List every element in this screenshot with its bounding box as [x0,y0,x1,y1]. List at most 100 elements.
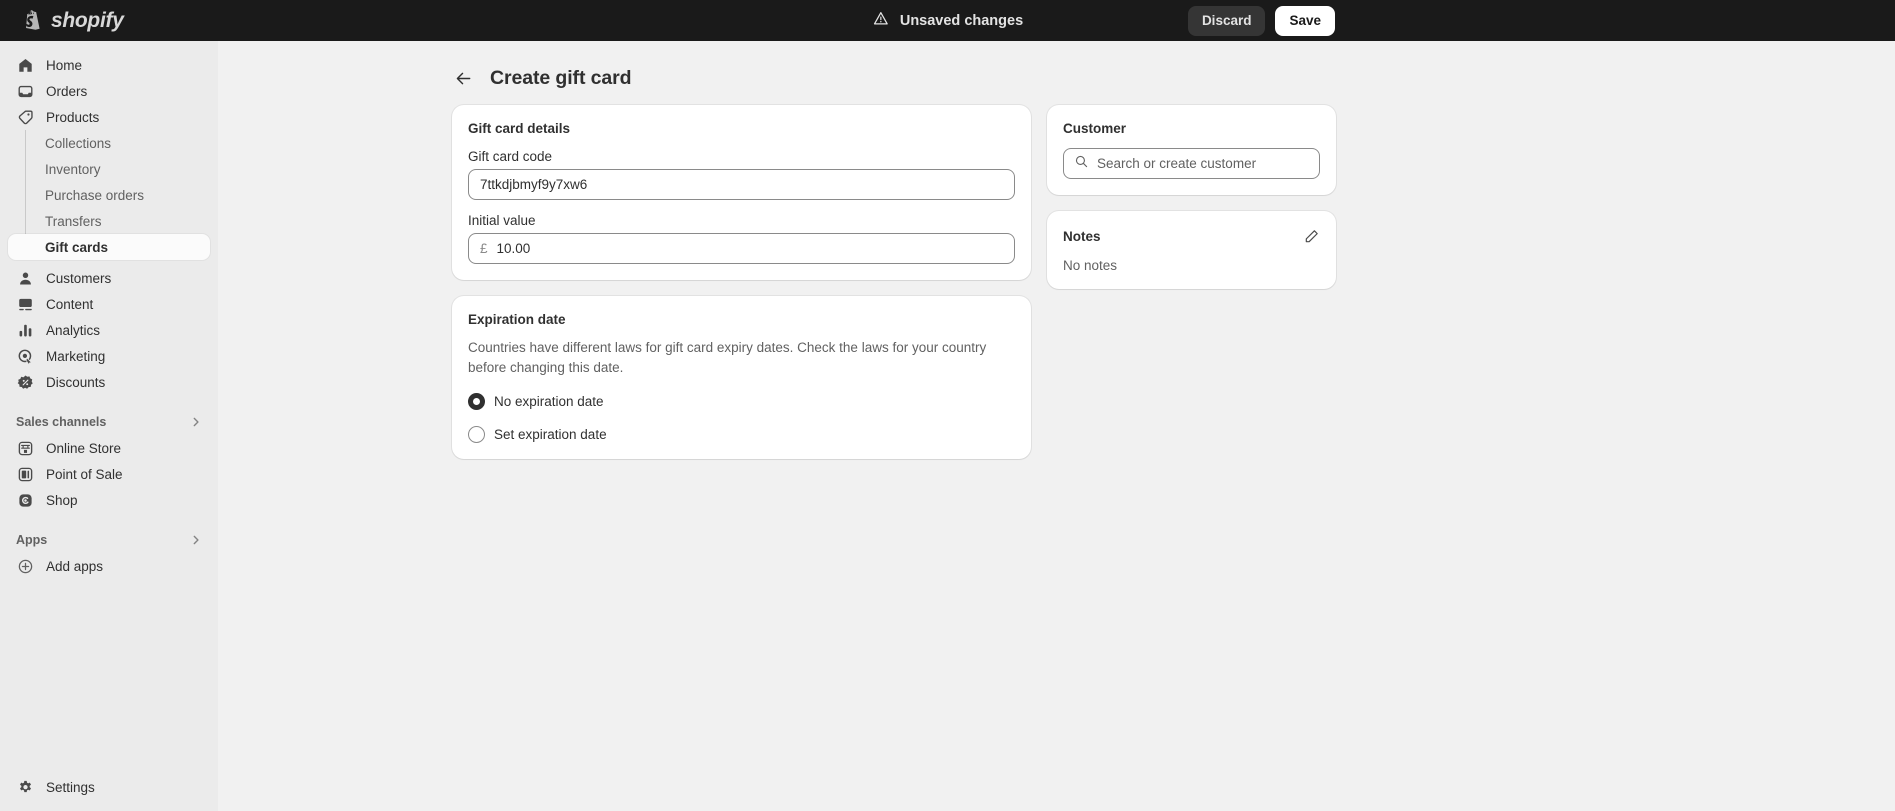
sidebar-item-label: Home [46,57,83,73]
sidebar-item-label: Add apps [46,558,104,574]
sidebar-item-settings[interactable]: Settings [8,774,210,800]
sidebar-item-label: Online Store [46,440,122,456]
online-store-icon [16,439,35,458]
gift-card-code-field: Gift card code 7ttkdjbmyf9y7xw6 [468,149,1015,200]
sidebar-subitem-label: Collections [45,135,112,151]
search-icon [1074,154,1089,174]
left-column: Gift card details Gift card code 7ttkdjb… [452,105,1031,460]
sidebar-section-sales-channels[interactable]: Sales channels [0,409,218,435]
customer-card: Customer Search or create customer [1047,105,1336,195]
point-of-sale-icon [16,465,35,484]
gift-card-code-input[interactable]: 7ttkdjbmyf9y7xw6 [468,169,1015,200]
radio-set-expiration-date[interactable]: Set expiration date [468,426,1015,444]
body-row: Home Orders Products Collections Invento… [0,41,1895,811]
content-columns: Gift card details Gift card code 7ttkdjb… [218,90,1895,460]
sidebar-section-apps[interactable]: Apps [0,527,218,553]
radio-indicator[interactable] [468,393,485,411]
section-heading-label: Apps [16,533,48,547]
sidebar-item-add-apps[interactable]: Add apps [8,553,210,579]
page-title: Create gift card [490,67,632,89]
initial-value-input[interactable]: £ 10.00 [468,233,1015,264]
sidebar-subitem-collections[interactable]: Collections [8,130,210,156]
sidebar-item-label: Point of Sale [46,466,123,482]
card-title: Gift card details [468,121,571,136]
discounts-badge-icon [16,373,35,392]
expiration-help-text: Countries have different laws for gift c… [468,340,987,375]
products-tag-icon [16,108,35,127]
unsaved-changes-label: Unsaved changes [899,12,1024,29]
sidebar-item-marketing[interactable]: Marketing [8,343,210,369]
marketing-target-icon [16,347,35,366]
top-bar: shopify Unsaved changes Discard Save [0,0,1895,41]
sidebar-item-label: Products [46,109,100,125]
sidebar-item-home[interactable]: Home [8,52,210,78]
radio-indicator[interactable] [468,426,485,444]
notes-card: Notes No notes [1047,211,1336,289]
shopify-logo[interactable]: shopify [0,9,218,33]
shopify-bag-logo-icon [22,9,44,33]
sidebar: Home Orders Products Collections Invento… [0,41,218,811]
radio-label: No expiration date [494,394,604,410]
plus-circle-icon [16,557,35,576]
sidebar-item-label: Content [46,296,94,312]
notes-empty-text: No notes [1063,258,1118,273]
main-content: Create gift card Gift card details Gift … [218,41,1895,811]
sidebar-item-analytics[interactable]: Analytics [8,317,210,343]
sidebar-item-label: Discounts [46,374,106,390]
sidebar-subitem-label: Purchase orders [45,187,145,203]
customers-person-icon [16,269,35,288]
sidebar-subitem-label: Gift cards [45,239,109,255]
sidebar-item-customers[interactable]: Customers [8,265,210,291]
radio-no-expiration-date[interactable]: No expiration date [468,393,1015,411]
back-arrow-icon[interactable] [452,68,474,90]
discard-button[interactable]: Discard [1187,5,1266,36]
initial-value-amount: 10.00 [496,241,531,256]
currency-symbol: £ [480,241,488,256]
sidebar-item-point-of-sale[interactable]: Point of Sale [8,461,210,487]
sidebar-item-label: Shop [46,492,78,508]
sidebar-item-discounts[interactable]: Discounts [8,369,210,395]
sidebar-item-label: Customers [46,270,112,286]
chevron-right-icon [190,416,202,428]
save-button[interactable]: Save [1275,5,1335,36]
shopify-wordmark: shopify [51,8,124,32]
gift-card-details-card: Gift card details Gift card code 7ttkdjb… [452,105,1031,280]
sidebar-subitem-gift-cards[interactable]: Gift cards [8,234,210,260]
home-icon [16,56,35,75]
sidebar-settings-area: Settings [0,774,218,800]
customer-search-input[interactable]: Search or create customer [1063,148,1320,179]
right-column: Customer Search or create customer Notes… [1047,105,1336,459]
sidebar-item-label: Analytics [46,322,101,338]
sidebar-subitem-label: Transfers [45,213,102,229]
sidebar-item-orders[interactable]: Orders [8,78,210,104]
gear-icon [16,778,35,797]
sidebar-item-products[interactable]: Products [8,104,210,130]
radio-label: Set expiration date [494,427,607,443]
card-title: Expiration date [468,312,566,327]
notes-header: Notes [1063,227,1320,245]
section-heading-label: Sales channels [16,415,107,429]
sidebar-subitem-purchase-orders[interactable]: Purchase orders [8,182,210,208]
shop-icon [16,491,35,510]
initial-value-field: Initial value £ 10.00 [468,213,1015,264]
pencil-edit-icon[interactable] [1302,227,1320,245]
gift-card-code-value: 7ttkdjbmyf9y7xw6 [480,177,588,192]
orders-inbox-icon [16,82,35,101]
sidebar-subitem-inventory[interactable]: Inventory [8,156,210,182]
sidebar-item-label: Marketing [46,348,106,364]
sidebar-item-online-store[interactable]: Online Store [8,435,210,461]
expiration-date-card: Expiration date Countries have different… [452,296,1031,460]
sidebar-item-label: Orders [46,83,88,99]
sidebar-item-shop[interactable]: Shop [8,487,210,513]
sidebar-item-label: Settings [46,779,95,795]
chevron-right-icon [190,534,202,546]
page-header: Create gift card [218,41,1895,90]
card-title: Notes [1063,228,1101,244]
unsaved-changes-indicator: Unsaved changes [872,10,1023,32]
gift-card-code-label: Gift card code [468,149,553,164]
analytics-bars-icon [16,321,35,340]
sidebar-item-content[interactable]: Content [8,291,210,317]
top-bar-actions: Discard Save [1187,5,1895,36]
sidebar-subitem-transfers[interactable]: Transfers [8,208,210,234]
content-image-icon [16,295,35,314]
